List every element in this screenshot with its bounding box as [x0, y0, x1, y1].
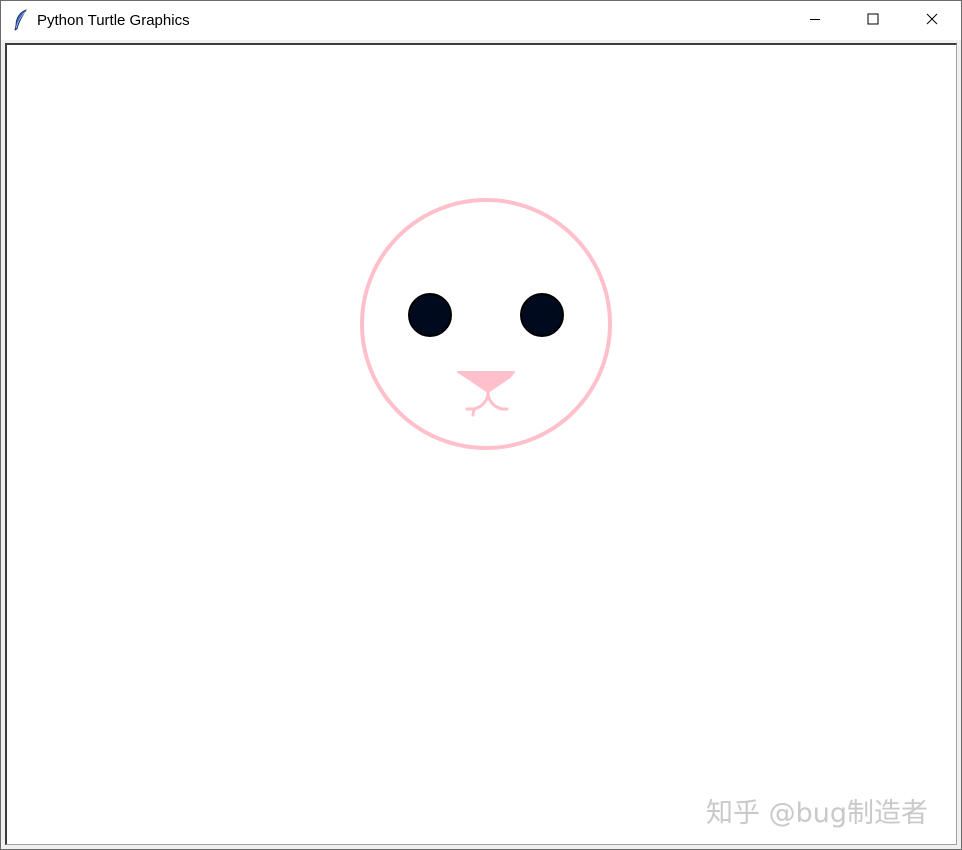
feather-icon [13, 9, 29, 31]
mouth [465, 390, 509, 417]
watermark: 知乎 @bug制造者 [706, 798, 928, 829]
turtle-canvas[interactable] [5, 43, 957, 845]
left-eye [408, 293, 452, 337]
minimize-button[interactable] [786, 1, 844, 40]
close-icon [926, 12, 938, 30]
nose [457, 371, 515, 393]
window-title: Python Turtle Graphics [37, 12, 190, 29]
face-outline [360, 198, 612, 450]
turtle-window: Python Turtle Graphics 知乎 @bug制造者 [0, 0, 962, 850]
right-eye [520, 293, 564, 337]
maximize-button[interactable] [844, 1, 902, 40]
maximize-icon [867, 12, 879, 30]
title-bar[interactable]: Python Turtle Graphics [1, 1, 961, 40]
close-button[interactable] [903, 1, 961, 40]
minimize-icon [809, 12, 821, 30]
turtle-drawing [360, 198, 612, 450]
